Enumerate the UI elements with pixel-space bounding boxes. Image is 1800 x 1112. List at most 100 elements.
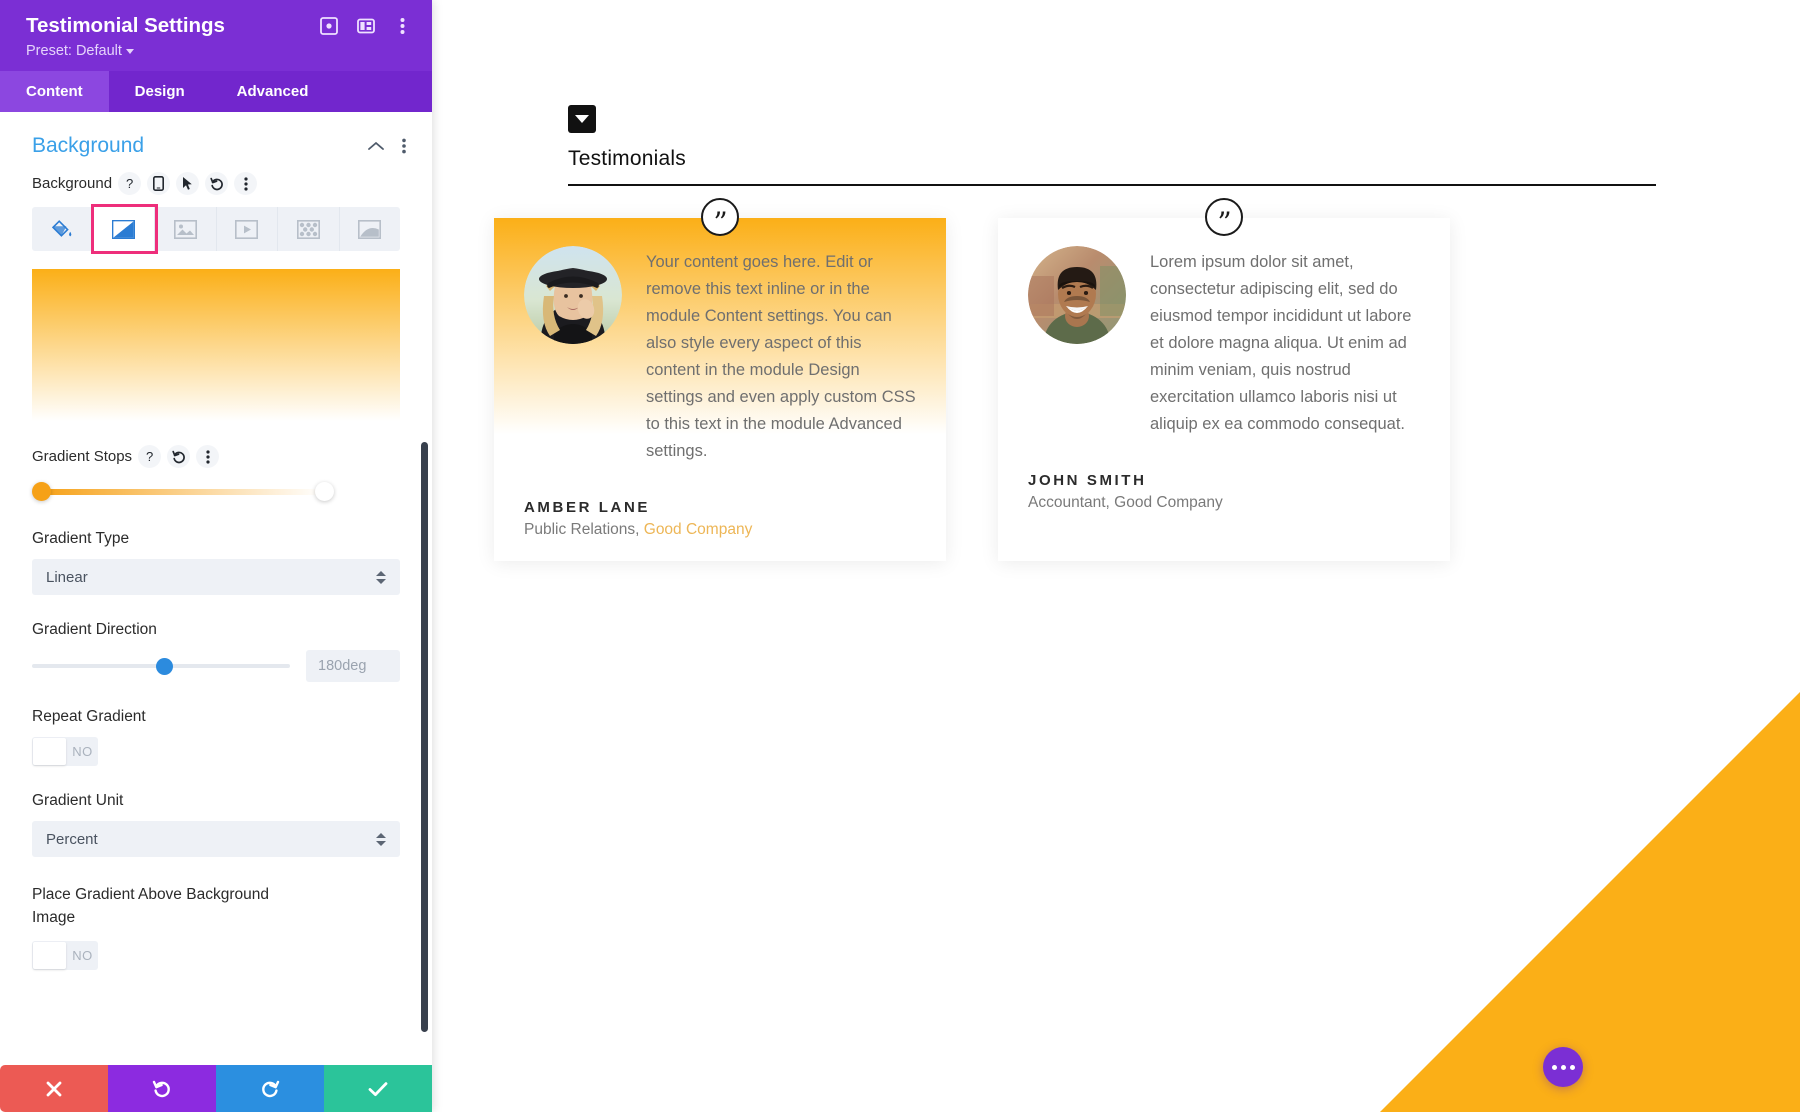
spinner-icon — [376, 570, 386, 584]
dot-icon — [1551, 1064, 1557, 1070]
dot-icon — [1569, 1064, 1575, 1070]
author-company-link[interactable]: Good Company — [639, 521, 753, 538]
gradient-type-label: Gradient Type — [32, 530, 130, 547]
gradient-stops-slider[interactable] — [32, 480, 400, 504]
preview-inner-wrapper: Testimonials ” Your content goes here. E… — [432, 0, 1800, 1112]
background-field-label-row: Background ? — [32, 172, 400, 195]
help-icon[interactable]: ? — [118, 172, 142, 195]
testimonial-footer: JOHN SMITH Accountant, Good Company — [998, 472, 1450, 535]
panel-header-actions — [319, 17, 412, 36]
gradient-stop-handle-end[interactable] — [315, 482, 334, 501]
gradient-direction-input[interactable]: 180deg — [306, 650, 400, 682]
kebab-icon[interactable] — [402, 138, 406, 154]
testimonials-row: ” Your content goes here. Edit or remove… — [494, 198, 1738, 562]
focus-icon[interactable] — [319, 17, 338, 36]
undo-button[interactable] — [108, 1065, 216, 1112]
avatar — [1028, 246, 1126, 344]
cancel-button[interactable] — [0, 1065, 108, 1112]
testimonial-footer: AMBER LANE Public Relations, Good Compan… — [494, 499, 946, 562]
toggle-knob — [33, 738, 66, 765]
chevron-up-icon[interactable] — [368, 141, 384, 151]
spinner-icon — [376, 832, 386, 846]
background-type-gradient[interactable] — [90, 204, 158, 254]
toggle-value: NO — [72, 947, 93, 963]
reset-icon[interactable] — [205, 172, 229, 195]
more-options-button[interactable] — [1543, 1047, 1583, 1087]
quotation-mark-icon: ” — [1205, 198, 1243, 237]
gradient-direction-label: Gradient Direction — [32, 621, 157, 638]
background-label: Background — [32, 175, 113, 192]
place-gradient-above-toggle[interactable]: NO — [32, 940, 98, 970]
gradient-preview-swatch[interactable] — [32, 269, 400, 421]
testimonial-body: Lorem ipsum dolor sit amet, consectetur … — [998, 218, 1450, 473]
background-field: Background ? — [0, 172, 432, 254]
module-settings-panel: Testimonial Settings Preset: Default Con… — [0, 0, 432, 1112]
testimonial-quote: Your content goes here. Edit or remove t… — [646, 253, 916, 461]
quotation-mark-icon: ” — [701, 198, 739, 237]
panel-scrollbar-thumb[interactable] — [421, 442, 428, 1032]
author-role: Public Relations, Good Company — [524, 521, 916, 539]
background-type-mask[interactable] — [340, 207, 401, 251]
gradient-stops-track — [40, 489, 322, 495]
tab-design[interactable]: Design — [109, 71, 211, 112]
gradient-type-select[interactable]: Linear — [32, 559, 400, 595]
gradient-stop-handle-start[interactable] — [32, 482, 51, 501]
panel-header: Testimonial Settings Preset: Default — [0, 0, 432, 71]
slider-knob[interactable] — [155, 658, 173, 675]
background-type-video[interactable] — [217, 207, 278, 251]
author-role-text: Public Relations, — [524, 521, 640, 539]
author-role: Accountant, Good Company — [1028, 494, 1420, 512]
author-name: JOHN SMITH — [1028, 472, 1147, 490]
group-title: Background — [32, 134, 145, 157]
responsive-icon[interactable] — [147, 172, 171, 195]
gradient-direction-slider[interactable] — [32, 656, 290, 676]
kebab-icon[interactable] — [196, 445, 220, 468]
preset-selector[interactable]: Preset: Default — [26, 43, 412, 59]
gradient-unit-label: Gradient Unit — [32, 792, 124, 809]
panel-scroll-area: Background Background ? Gradient Stops ?… — [0, 112, 432, 1065]
section-header: Testimonials — [568, 105, 1656, 186]
repeat-gradient-label: Repeat Gradient — [32, 708, 146, 725]
background-type-tabs — [32, 204, 401, 254]
chevron-down-icon — [125, 48, 134, 54]
background-type-image[interactable] — [155, 207, 217, 251]
repeat-gradient-toggle[interactable]: NO — [32, 737, 98, 766]
author-role-text: Accountant, Good Company — [1028, 494, 1223, 512]
gradient-stops-label: Gradient Stops — [32, 448, 133, 465]
avatar — [524, 246, 622, 344]
kebab-icon[interactable] — [234, 172, 258, 195]
gradient-stops-label-row: Gradient Stops ? — [32, 445, 400, 468]
caret-down-icon[interactable] — [568, 105, 596, 133]
gradient-direction-row: 180deg — [32, 650, 400, 682]
gradient-unit-select[interactable]: Percent — [32, 821, 400, 857]
gradient-unit-value: Percent — [46, 830, 98, 848]
testimonial-card[interactable]: ” — [494, 198, 946, 562]
testimonial-quote: Lorem ipsum dolor sit amet, consectetur … — [1150, 253, 1412, 434]
place-gradient-above-label: Place Gradient Above Background Image — [32, 886, 269, 927]
save-button[interactable] — [324, 1065, 432, 1112]
panel-footer — [0, 1065, 432, 1112]
redo-button[interactable] — [216, 1065, 324, 1112]
background-group-header: Background — [0, 112, 432, 172]
toggle-knob — [33, 941, 66, 969]
author-name: AMBER LANE — [524, 499, 650, 517]
testimonial-card[interactable]: ” — [998, 198, 1450, 561]
hover-icon[interactable] — [176, 172, 200, 195]
tab-content[interactable]: Content — [0, 71, 109, 112]
panel-tabs: Content Design Advanced — [0, 71, 432, 112]
preset-label: Preset: Default — [26, 43, 122, 59]
panel-title: Testimonial Settings — [26, 14, 225, 37]
background-type-pattern[interactable] — [278, 207, 340, 251]
gradient-stops-field: Gradient Stops ? Gradient Type Linear Gr — [0, 445, 432, 970]
layout-icon[interactable] — [356, 17, 375, 36]
title-divider — [568, 184, 1656, 186]
kebab-icon[interactable] — [393, 17, 412, 36]
tab-advanced[interactable]: Advanced — [211, 71, 335, 112]
page-title: Testimonials — [568, 147, 686, 170]
help-icon[interactable]: ? — [138, 445, 162, 468]
toggle-value: NO — [72, 744, 93, 759]
reset-icon[interactable] — [167, 445, 191, 468]
gradient-type-value: Linear — [46, 568, 88, 586]
dot-icon — [1560, 1064, 1566, 1070]
background-type-color[interactable] — [32, 207, 94, 251]
